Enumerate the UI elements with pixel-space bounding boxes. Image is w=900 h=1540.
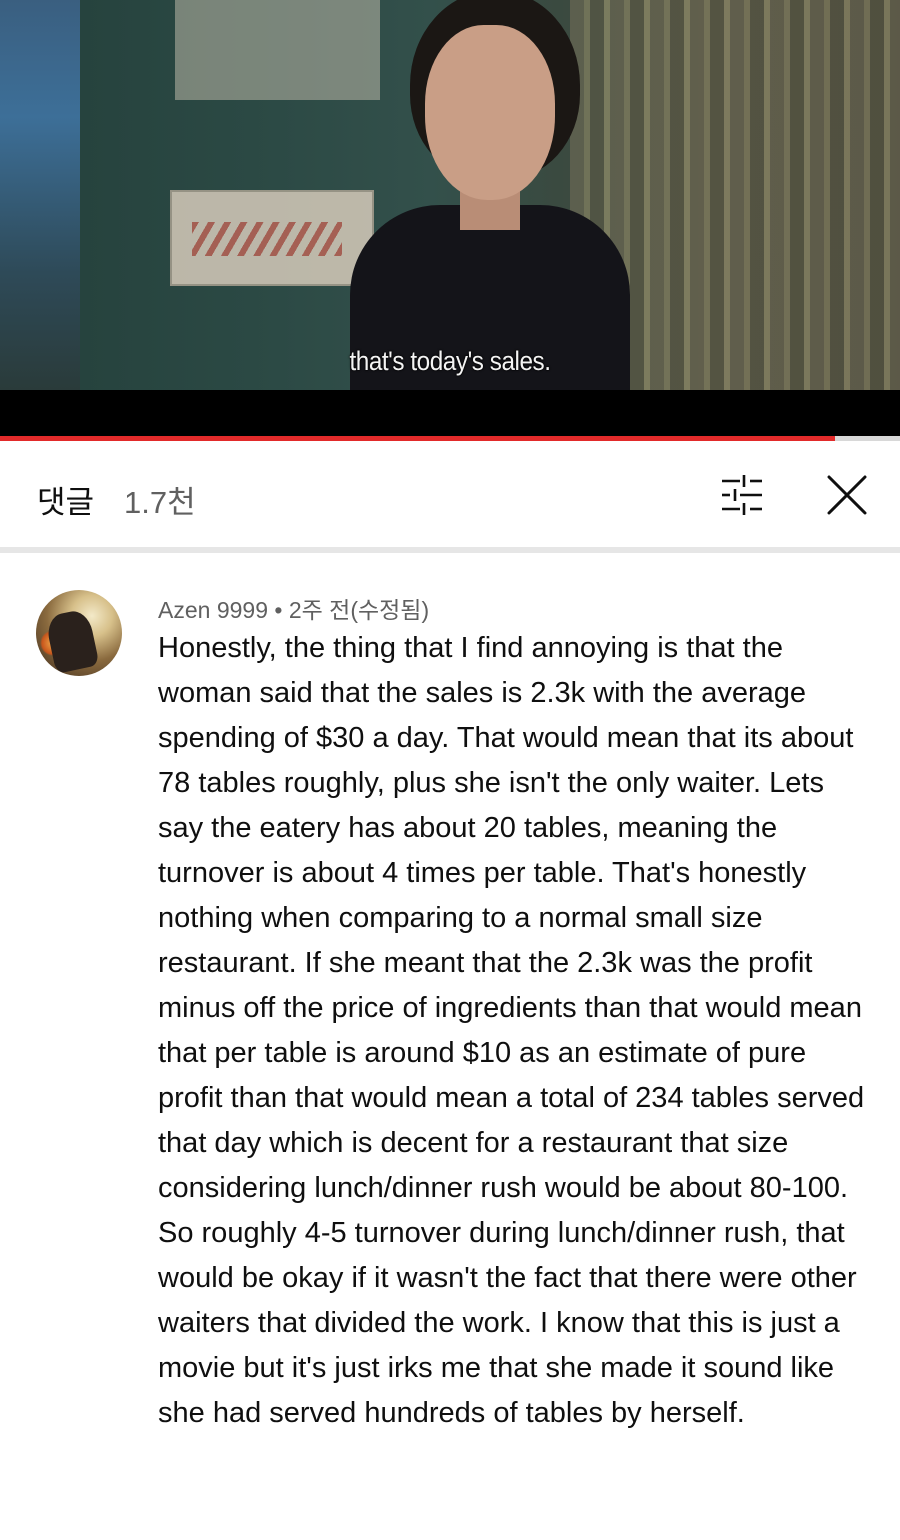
- comments-title: 댓글: [37, 485, 95, 520]
- comment-author[interactable]: Azen 9999: [158, 597, 268, 623]
- avatar[interactable]: [36, 590, 122, 676]
- video-subtitle: that's today's sales.: [349, 346, 551, 376]
- video-player[interactable]: that's today's sales.: [0, 0, 900, 390]
- sort-button[interactable]: [716, 471, 768, 519]
- comments-count: 1.7천: [124, 485, 196, 520]
- meta-separator: •: [274, 597, 283, 623]
- video-actor: [350, 0, 630, 390]
- comment-item: Azen 9999 • 2주 전(수정됨) Honestly, the thin…: [0, 553, 900, 1540]
- comment-text: Honestly, the thing that I find annoying…: [158, 632, 865, 1429]
- close-icon: [827, 475, 867, 515]
- close-button[interactable]: [824, 472, 870, 518]
- video-background: [170, 190, 374, 286]
- sort-filter-icon: [722, 475, 762, 515]
- comments-header: 댓글 1.7천: [0, 441, 900, 547]
- video-background: [0, 0, 80, 390]
- video-letterbox: [0, 390, 900, 436]
- comment-meta: Azen 9999 • 2주 전(수정됨): [158, 591, 429, 625]
- comment-time: 2주 전(수정됨): [288, 597, 430, 623]
